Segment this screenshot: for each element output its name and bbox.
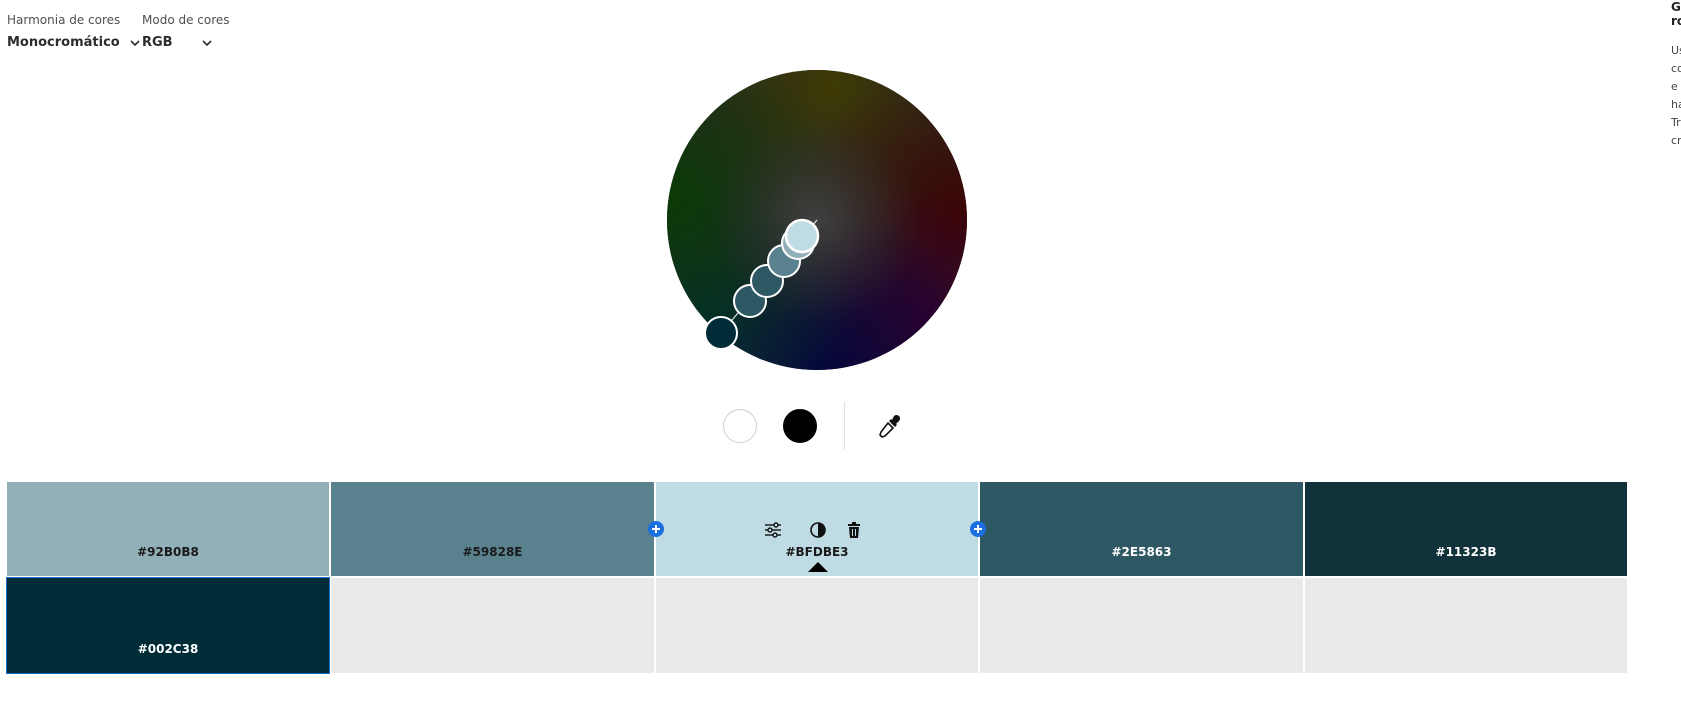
color-wheel[interactable]	[667, 70, 967, 370]
white-swatch-button[interactable]	[723, 409, 757, 443]
color-swatch[interactable]: #92B0B8	[7, 482, 329, 576]
color-swatch[interactable]: #2E5863	[980, 482, 1303, 576]
mode-label: Modo de cores	[142, 13, 230, 27]
plus-icon	[652, 525, 660, 533]
trash-icon[interactable]	[844, 520, 864, 540]
empty-swatch-slot	[331, 578, 654, 673]
swatch-hex[interactable]: #002C38	[138, 642, 199, 673]
color-handle-selected[interactable]	[784, 218, 820, 254]
mode-dropdown-group: Modo de cores RGB	[142, 13, 230, 50]
side-panel-title: G ro	[1671, 0, 1681, 28]
eyedropper-icon[interactable]	[877, 413, 903, 439]
color-swatch[interactable]: #002C38	[6, 577, 330, 674]
swatch-hex[interactable]: #2E5863	[1112, 545, 1172, 576]
add-color-button[interactable]	[970, 521, 986, 537]
harmony-dropdown[interactable]: Monocromático	[7, 35, 140, 50]
sliders-icon[interactable]	[763, 520, 783, 540]
empty-swatch-slot	[1305, 578, 1627, 673]
harmony-label: Harmonia de cores	[7, 13, 121, 27]
color-swatch[interactable]: #11323B	[1305, 482, 1627, 576]
swatch-hex[interactable]: #59828E	[463, 545, 523, 576]
color-wheel-page: Harmonia de cores Monocromático Modo de …	[0, 0, 1681, 707]
black-swatch-button[interactable]	[783, 409, 817, 443]
side-panel-text: Us co e ha Tr cr	[1671, 44, 1681, 147]
harmony-dropdown-group: Harmonia de cores Monocromático	[7, 13, 140, 50]
color-handle[interactable]	[704, 316, 738, 350]
chevron-down-icon	[130, 38, 140, 48]
selected-indicator	[808, 562, 828, 572]
mode-dropdown[interactable]: RGB	[142, 35, 230, 50]
color-swatch[interactable]: #59828E	[331, 482, 654, 576]
divider	[844, 402, 845, 450]
harmony-value: Monocromático	[7, 35, 120, 50]
chevron-down-icon	[202, 38, 212, 48]
plus-icon	[974, 525, 982, 533]
swatch-hex[interactable]: #11323B	[1436, 545, 1497, 576]
empty-swatch-slot	[656, 578, 978, 673]
add-color-button[interactable]	[648, 521, 664, 537]
empty-swatch-slot	[980, 578, 1303, 673]
mode-value: RGB	[142, 35, 173, 50]
swatch-hex[interactable]: #92B0B8	[137, 545, 199, 576]
contrast-icon[interactable]	[808, 520, 828, 540]
